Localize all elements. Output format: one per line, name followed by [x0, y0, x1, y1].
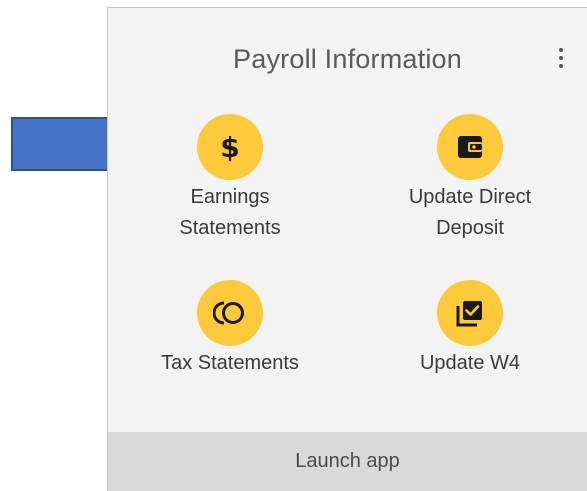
wallet-icon: [437, 114, 503, 180]
update-w4-tile[interactable]: Update W4: [370, 280, 570, 379]
tile-label: Update Direct Deposit: [370, 182, 570, 244]
tile-label: Update W4: [419, 352, 521, 374]
more-vertical-icon[interactable]: [557, 48, 565, 70]
payroll-information-card: Payroll Information $ Earnings Statement…: [107, 7, 587, 491]
dollar-icon: $: [197, 114, 263, 180]
library-add-check-icon: [437, 280, 503, 346]
card-title: Payroll Information: [233, 44, 462, 74]
tile-label-line1: Update Direct: [408, 186, 532, 208]
tile-label: Tax Statements: [161, 352, 299, 374]
dollar-glyph: $: [220, 130, 240, 164]
screenshot-stage: Payroll Information $ Earnings Statement…: [0, 0, 587, 491]
tax-statements-tile[interactable]: Tax Statements: [130, 280, 330, 379]
tile-label-line2: Deposit: [436, 217, 504, 239]
update-direct-deposit-tile[interactable]: Update Direct Deposit: [370, 114, 570, 244]
earnings-statements-tile[interactable]: $ Earnings Statements: [130, 114, 330, 244]
tile-label-line1: Earnings: [190, 186, 270, 208]
coins-icon: [197, 280, 263, 346]
tile-label-line2: Statements: [179, 217, 281, 239]
tile-label: Earnings Statements: [130, 182, 330, 244]
launch-app-button[interactable]: Launch app: [108, 432, 587, 491]
